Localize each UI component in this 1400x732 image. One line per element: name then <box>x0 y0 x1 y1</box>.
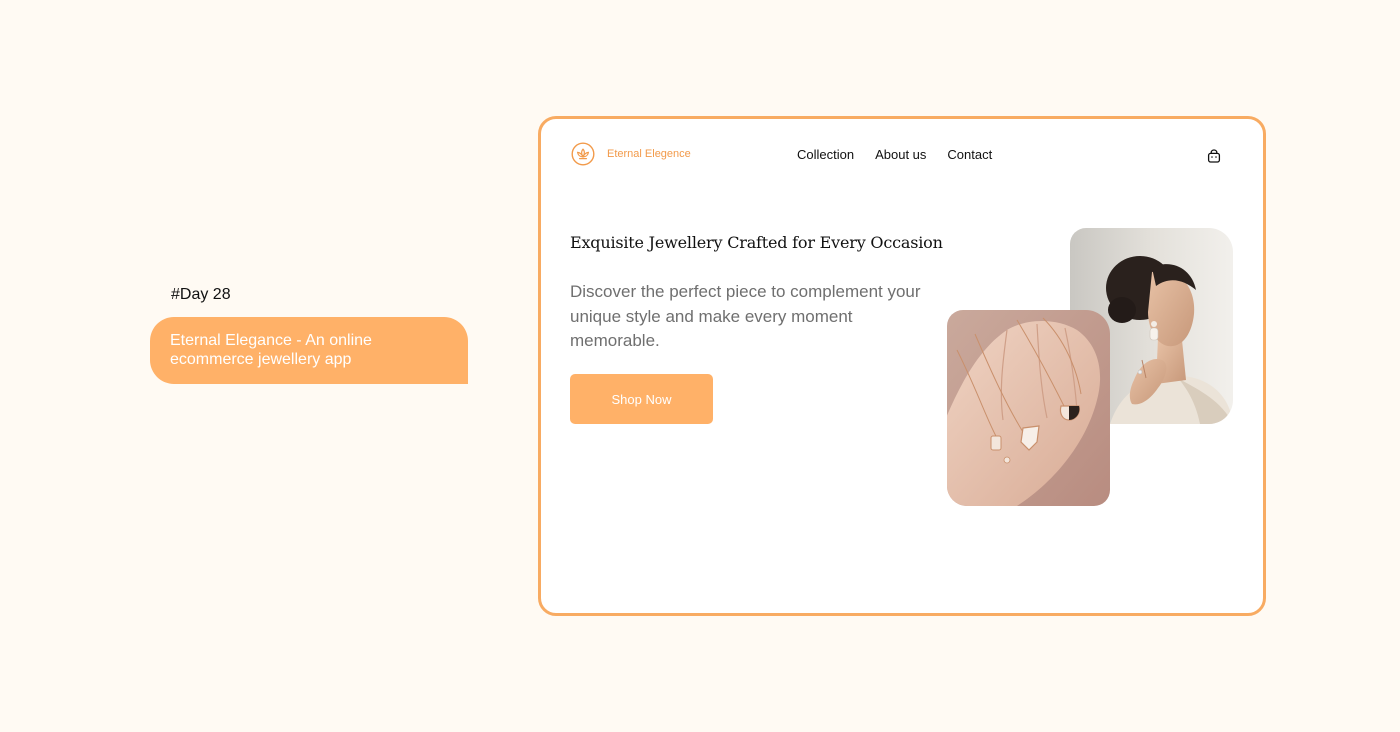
lotus-icon <box>571 142 595 166</box>
shop-now-button[interactable]: Shop Now <box>570 374 713 424</box>
project-description-badge: Eternal Elegance - An online ecommerce j… <box>150 317 468 384</box>
hero-title: Exquisite Jewellery Crafted for Every Oc… <box>570 233 943 252</box>
nav-item-contact[interactable]: Contact <box>947 147 992 162</box>
day-label: #Day 28 <box>171 286 231 303</box>
shopping-bag-icon[interactable] <box>1206 148 1222 164</box>
hand-holding-necklaces-photo <box>947 310 1110 506</box>
main-nav: Collection About us Contact <box>797 147 992 162</box>
brand-logo[interactable]: Eternal Elegence <box>571 142 691 166</box>
app-frame: Eternal Elegence Collection About us Con… <box>538 116 1266 616</box>
project-description-text: Eternal Elegance - An online ecommerce j… <box>170 332 372 368</box>
nav-item-about-us[interactable]: About us <box>875 147 926 162</box>
hero-description: Discover the perfect piece to complement… <box>570 282 921 350</box>
nav-item-collection[interactable]: Collection <box>797 147 854 162</box>
brand-name: Eternal Elegence <box>607 148 691 160</box>
